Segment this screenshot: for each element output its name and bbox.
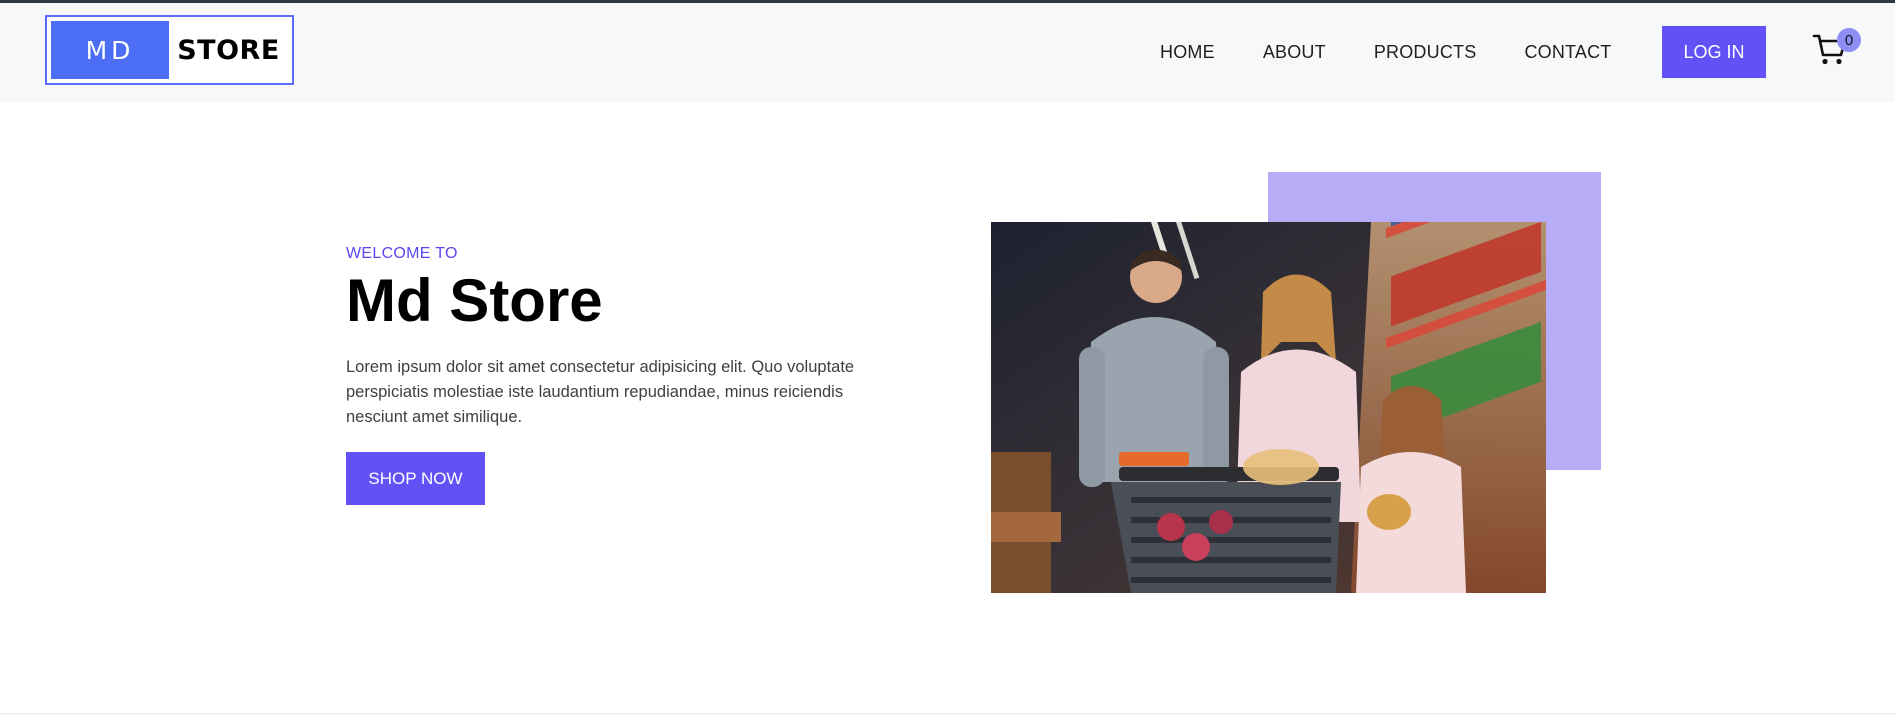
nav-about[interactable]: ABOUT	[1263, 42, 1326, 63]
nav-contact[interactable]: CONTACT	[1524, 42, 1611, 63]
nav-home[interactable]: HOME	[1160, 42, 1215, 63]
logo-store-text: STORE	[177, 34, 280, 66]
hero-description: Lorem ipsum dolor sit amet consectetur a…	[346, 358, 855, 426]
login-button[interactable]: LOG IN	[1662, 26, 1766, 78]
shop-now-button[interactable]: SHOP NOW	[346, 452, 485, 505]
main-nav: HOME ABOUT PRODUCTS CONTACT	[1160, 3, 1612, 102]
brand-logo[interactable]: MD STORE	[45, 15, 294, 85]
cart-button[interactable]: 0	[1812, 28, 1864, 72]
hero-title: Md Store	[346, 267, 603, 334]
cart-count-badge: 0	[1837, 28, 1861, 52]
nav-products[interactable]: PRODUCTS	[1374, 42, 1477, 63]
logo-md-text: MD	[51, 21, 169, 79]
hero-kicker: WELCOME TO	[346, 245, 458, 262]
hero-image	[991, 222, 1546, 593]
hero-section: WELCOME TO Md Store Lorem ipsum dolor si…	[346, 245, 906, 505]
